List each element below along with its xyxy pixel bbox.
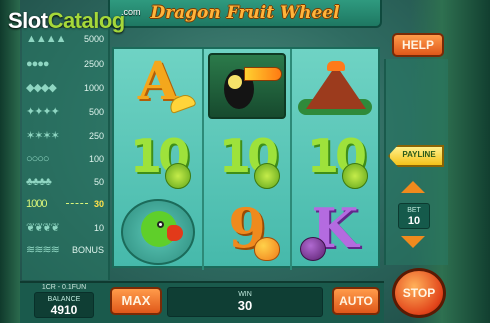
title-banner: Dragon Fruit Wheel bbox=[108, 0, 382, 28]
balance-value: 4910 bbox=[50, 303, 78, 317]
starfruit-icon bbox=[254, 163, 280, 189]
bet-decrease-arrow-icon[interactable] bbox=[401, 236, 425, 248]
paytable-value: 5000 bbox=[83, 34, 104, 44]
game-title: Dragon Fruit Wheel bbox=[150, 3, 340, 23]
paytable-row-highlighted: 1000 30 bbox=[22, 195, 110, 215]
reel-3-symbol-10: 10 bbox=[292, 123, 378, 195]
paytable-value: 50 bbox=[93, 177, 104, 187]
paytable-row: ○○○○ 100 bbox=[22, 150, 110, 170]
toucan-chest bbox=[228, 75, 242, 89]
bonus-symbol-icon: ≋≋≋≋ bbox=[26, 244, 60, 256]
parrot-beak bbox=[167, 225, 183, 241]
win-value: 30 bbox=[237, 298, 253, 313]
parrot-icon bbox=[121, 199, 195, 265]
berry-icon: ♣♣♣♣ bbox=[26, 176, 52, 188]
max-bet-button[interactable]: MAX bbox=[110, 287, 162, 315]
payline-label[interactable]: PAYLINE bbox=[396, 150, 442, 159]
reel-2-symbol-9: 9 bbox=[204, 195, 290, 267]
toucan-beak bbox=[244, 67, 282, 81]
paytable-value: BONUS bbox=[71, 245, 104, 255]
paytable-row: ✶✶✶✶ 250 bbox=[22, 127, 110, 147]
reel-1-symbol-10: 10 bbox=[115, 123, 201, 195]
paytable-row: ✦✦✦✦ 500 bbox=[22, 103, 110, 123]
paytable-row: ▲▲▲▲ 5000 bbox=[22, 30, 110, 50]
volcano-icon bbox=[296, 53, 374, 119]
help-button[interactable]: HELP bbox=[392, 33, 444, 57]
reel-3-symbol-volcano bbox=[292, 50, 378, 122]
paytable-value: 2500 bbox=[83, 59, 104, 69]
bet-display: BET 10 bbox=[398, 203, 430, 229]
number-glyph-icon: 1000 bbox=[26, 198, 47, 210]
logo-domain: .com bbox=[121, 7, 141, 17]
reel-area: A 10 10 9 10 K bbox=[112, 47, 380, 270]
tropical-leaf-icon: ▲▲▲▲ bbox=[26, 33, 66, 45]
paytable-value: 30 bbox=[93, 199, 104, 209]
paytable-value: 10 bbox=[93, 223, 104, 233]
credit-info: 1CR - 0.1FUN bbox=[41, 284, 87, 291]
ring-icon: ○○○○ bbox=[26, 153, 50, 165]
mangosteen-icon bbox=[300, 237, 326, 261]
paytable-row: ♣♣♣♣ 50 bbox=[22, 173, 110, 193]
fern-icon: ✦✦✦✦ bbox=[26, 106, 60, 118]
paytable-value: 1000 bbox=[83, 83, 104, 93]
paytable-row: ≋≋≋≋ BONUS bbox=[22, 241, 110, 261]
parrot-eye bbox=[157, 221, 164, 228]
paytable-value: 500 bbox=[88, 107, 104, 117]
bet-label: BET bbox=[407, 207, 421, 214]
volcano-cone bbox=[306, 65, 366, 109]
lime-slice-icon: ●●●● bbox=[26, 58, 50, 70]
balance-display: BALANCE 4910 bbox=[34, 292, 94, 318]
jungle-background-left bbox=[0, 0, 20, 323]
toucan-icon bbox=[208, 53, 286, 119]
bet-increase-arrow-icon[interactable] bbox=[401, 181, 425, 193]
reel-2-symbol-toucan bbox=[204, 50, 290, 122]
reel-1-symbol-parrot bbox=[115, 195, 201, 267]
paytable-value: 250 bbox=[88, 131, 104, 141]
vine-icon: ✶✶✶✶ bbox=[26, 130, 60, 142]
feather-icon: ◆◆◆◆ bbox=[26, 82, 57, 94]
paytable-row: ●●●● 2500 bbox=[22, 55, 110, 75]
reel-3-symbol-k: K bbox=[292, 195, 378, 267]
stop-spin-button[interactable]: STOP bbox=[392, 268, 446, 318]
leaf-pair-icon: ❦❦❦❦ bbox=[26, 222, 60, 234]
volcano-lava bbox=[327, 61, 345, 71]
win-display: WIN 30 bbox=[167, 287, 323, 317]
starfruit-icon bbox=[165, 163, 191, 189]
autoplay-button[interactable]: AUTO bbox=[332, 287, 380, 315]
paytable-row: ◆◆◆◆ 1000 bbox=[22, 79, 110, 99]
paytable-row: ❦❦❦❦ 10 bbox=[22, 219, 110, 239]
bet-value: 10 bbox=[407, 215, 421, 227]
starfruit-icon bbox=[342, 163, 368, 189]
reel-2-symbol-10: 10 bbox=[204, 123, 290, 195]
reel-1-symbol-a: A bbox=[115, 50, 201, 122]
paytable-value: 100 bbox=[88, 154, 104, 164]
mango-icon bbox=[254, 237, 280, 261]
paytable: ▲▲▲▲ 5000 ●●●● 2500 ◆◆◆◆ 1000 ✦✦✦✦ 500 ✶… bbox=[22, 28, 110, 280]
